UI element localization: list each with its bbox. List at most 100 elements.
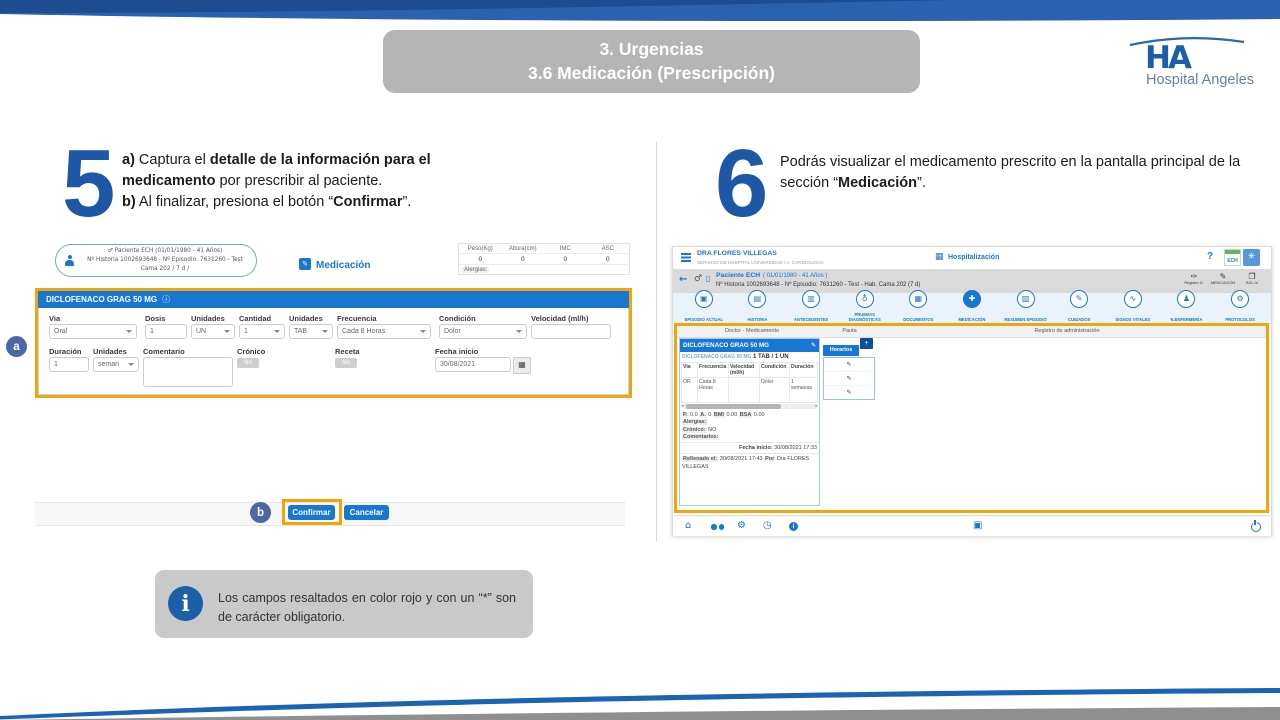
clock-icon[interactable]: ◷ bbox=[763, 520, 772, 531]
comentario-label: Comentario bbox=[143, 347, 185, 356]
summary-icon: ▧ bbox=[1017, 290, 1035, 308]
frecuencia-label: Frecuencia bbox=[337, 314, 377, 323]
tab-enfermeria[interactable]: ♟N.ENFERMERÍA bbox=[1160, 290, 1212, 326]
step-5-instructions: a) Captura el detalle de la información … bbox=[122, 150, 457, 213]
receta-toggle[interactable]: No bbox=[335, 358, 357, 368]
power-icon[interactable] bbox=[1251, 522, 1261, 532]
td-frecuencia: Cada 8 Horas bbox=[698, 378, 729, 403]
medication-section-icon: ✎ bbox=[299, 258, 311, 270]
frecuencia-select[interactable]: Cada 8 Horas bbox=[337, 324, 431, 339]
calendar-button[interactable]: ▦ bbox=[513, 357, 531, 374]
pencil-icon[interactable]: ✎ bbox=[824, 386, 874, 399]
form-body: Via Dosis Unidades Cantidad Unidades Fre… bbox=[38, 308, 629, 395]
velocidad-input[interactable] bbox=[531, 324, 611, 339]
vitals-icon: ∿ bbox=[1124, 290, 1142, 308]
card-dose: 1 TAB / 1 UN bbox=[753, 354, 789, 360]
a-label: A. bbox=[699, 412, 707, 418]
fecha-inicio-row: Fecha inicio: 30/08/2021 17:33 bbox=[680, 442, 819, 451]
home-icon[interactable]: ⌂ bbox=[685, 520, 691, 531]
medication-card[interactable]: DICLOFENACO GRAG 50 MG ✎ DICLOFENACO GRA… bbox=[679, 338, 820, 506]
tab-medicacion[interactable]: ✚MEDICACIÓN bbox=[946, 290, 998, 326]
unidades3-select[interactable]: seman bbox=[93, 357, 139, 372]
step5-b-prefix: b) bbox=[122, 194, 136, 210]
rellenado-label: Rellenado el: bbox=[682, 456, 718, 462]
male-icon: ♂ bbox=[694, 274, 702, 284]
horarios-button[interactable]: Horarios bbox=[823, 345, 859, 356]
registro-action[interactable]: ✑ Registro G. bbox=[1181, 272, 1207, 286]
cantidad-stepper[interactable]: 1 bbox=[239, 324, 285, 339]
help-icon[interactable]: ? bbox=[1207, 251, 1213, 262]
horizontal-scrollbar[interactable] bbox=[682, 404, 817, 409]
tab-pruebas-diagnosticas[interactable]: ♁PRUEBAS DIAGNÓSTICAS bbox=[839, 290, 891, 326]
doctor-service: SERVICIO DE HOSPITAL UNIVERSIDAD / A. CA… bbox=[697, 260, 824, 265]
medication-screen: DRA FLORES VILLEGAS SERVICIO DE HOSPITAL… bbox=[672, 246, 1272, 536]
doctor-name: DRA FLORES VILLEGAS bbox=[697, 250, 777, 257]
tab-label: SIGNOS VITALES bbox=[1115, 317, 1150, 322]
tab-antecedentes[interactable]: ▥ANTECEDENTES bbox=[785, 290, 837, 326]
step-6-instructions: Podrás visualizar el medicamento prescri… bbox=[780, 152, 1250, 194]
cancelar-button[interactable]: Cancelar bbox=[344, 505, 389, 520]
medication-list-highlight: Doctor - Medicamento Pauta Registro de a… bbox=[674, 323, 1269, 513]
duracion-label: Duración bbox=[49, 347, 82, 356]
edit-icon[interactable]: ✎ bbox=[811, 342, 816, 349]
patient-dates: ( 01/01/1980 - 41 Años ) bbox=[763, 273, 827, 279]
hospital-logo-name: Hospital Angeles bbox=[1146, 72, 1254, 88]
unidades1-select[interactable]: UN bbox=[191, 324, 235, 339]
documents-icon: ▦ bbox=[909, 290, 927, 308]
column-divider bbox=[656, 142, 657, 542]
app-flower-icon[interactable]: ✳ bbox=[1243, 249, 1260, 266]
por-label: Por bbox=[764, 456, 775, 462]
a-value: 0 bbox=[708, 412, 711, 418]
drug-info-icon[interactable]: ⓘ bbox=[162, 294, 170, 305]
search-icon[interactable] bbox=[711, 524, 724, 530]
pencil-icon[interactable]: ✎ bbox=[824, 372, 874, 386]
annotation-marker-a: a bbox=[6, 336, 27, 357]
scrollbar-thumb[interactable] bbox=[686, 404, 781, 409]
medicacion-action[interactable]: ✎ MEDICACIÓN bbox=[1210, 272, 1236, 286]
tab-historia[interactable]: ▤HISTORIA bbox=[731, 290, 783, 326]
comentario-textarea[interactable] bbox=[143, 357, 233, 387]
step-5-number: 5 bbox=[62, 145, 115, 224]
step6-bold: Medicación bbox=[838, 175, 917, 191]
via-select[interactable]: Oral bbox=[49, 324, 137, 339]
tab-signos-vitales[interactable]: ∿ SIGNOS VITALES bbox=[1107, 290, 1159, 326]
unidades2-select[interactable]: TAB bbox=[289, 324, 333, 339]
ech-logo: ECH bbox=[1224, 249, 1241, 266]
allergies-label: Alergias: bbox=[462, 267, 489, 273]
vitals-header: IMC bbox=[544, 244, 587, 253]
pencil-icon[interactable]: ✎ bbox=[824, 358, 874, 372]
tab-episodio-actual[interactable]: ▣EPISODIO ACTUAL bbox=[678, 290, 730, 326]
confirmar-button[interactable]: Confirmar bbox=[288, 505, 335, 520]
condicion-select[interactable]: Dolor bbox=[439, 324, 527, 339]
archive-icon[interactable]: ▣ bbox=[973, 520, 982, 531]
step5-a-text1: Captura el bbox=[135, 152, 210, 168]
step5-a-text2: por prescribir al paciente. bbox=[215, 173, 382, 189]
tab-protocolos[interactable]: ⚙PROTOCOLOS bbox=[1214, 290, 1266, 326]
fecha-inicio-input[interactable]: 30/08/2021 bbox=[435, 357, 511, 372]
add-schedule-button[interactable]: + bbox=[860, 338, 873, 349]
iv-solution-icon: ❐ bbox=[1239, 272, 1265, 281]
info-icon[interactable]: i bbox=[789, 522, 798, 531]
title-line1: 3. Urgencias bbox=[383, 38, 920, 62]
tab-label: DOCUMENTOS bbox=[903, 317, 933, 322]
th-velocidad: Velocidad (ml/h) bbox=[729, 363, 760, 378]
soliv-action[interactable]: ❐ SOL.IV bbox=[1239, 272, 1265, 286]
tab-documentos[interactable]: ▦ DOCUMENTOS bbox=[892, 290, 944, 326]
prescription-form-highlight: DICLOFENACO GRAG 50 MG ⓘ Via Dosis Unida… bbox=[35, 288, 632, 398]
velocidad-label: Velocidad (ml/h) bbox=[531, 314, 589, 323]
form-drug-title: DICLOFENACO GRAG 50 MG bbox=[46, 295, 157, 304]
td-velocidad bbox=[729, 378, 760, 403]
dosis-input[interactable]: 1 bbox=[145, 324, 187, 339]
tab-cuidados[interactable]: ✎CUIDADOS bbox=[1053, 290, 1105, 326]
back-icon[interactable]: ← bbox=[679, 274, 687, 285]
tab-resumen-episodio[interactable]: ▧RESUMEN EPISODIO bbox=[1000, 290, 1052, 326]
cronico-toggle[interactable]: No bbox=[237, 358, 259, 368]
tab-label: HISTORIA bbox=[747, 317, 767, 322]
hospitalizacion-label: Hospitalización bbox=[948, 254, 999, 261]
anthropometry-row: P. 0.0 A. 0 BMI 0.00 BSA 0.00 bbox=[680, 410, 819, 418]
gear-icon[interactable]: ⚙ bbox=[737, 520, 746, 531]
duracion-input[interactable]: 1 bbox=[49, 357, 89, 372]
antecedents-icon: ▥ bbox=[802, 290, 820, 308]
col-registro: Registro de administración bbox=[917, 328, 1217, 334]
menu-icon[interactable] bbox=[681, 253, 691, 255]
